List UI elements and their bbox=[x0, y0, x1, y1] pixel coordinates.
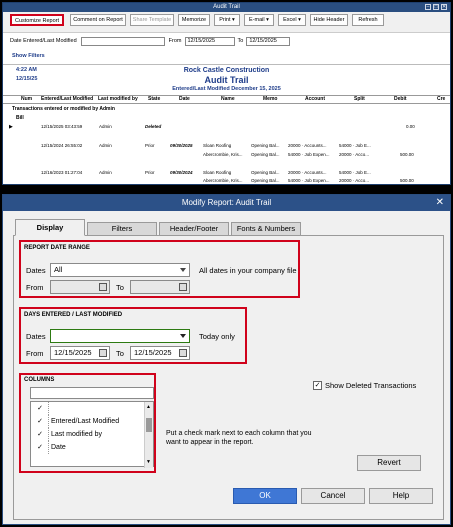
calendar-icon[interactable] bbox=[99, 283, 107, 291]
to-label: To bbox=[116, 283, 124, 292]
days-entered-select[interactable]: Today bbox=[50, 329, 190, 343]
chevron-down-icon bbox=[180, 334, 186, 338]
report-title-bar: Audit Trail – □ ✕ bbox=[3, 3, 450, 12]
company-name: Rock Castle Construction bbox=[183, 67, 270, 74]
dates-label: Dates bbox=[26, 266, 46, 275]
columns-heading: COLUMNS bbox=[24, 377, 55, 383]
checkmark-icon[interactable]: ✓ bbox=[34, 402, 46, 415]
col-entered[interactable]: Entered/Last Modified bbox=[41, 96, 93, 103]
column-list-header: ✓ bbox=[31, 402, 143, 415]
date-filter-label: Date Entered/Last Modified bbox=[10, 38, 77, 44]
calendar-icon[interactable] bbox=[179, 283, 187, 291]
calendar-icon[interactable] bbox=[99, 349, 107, 357]
column-list: ✓ ✓ Entered/Last Modified ✓ Last modified … bbox=[30, 401, 154, 468]
chevron-down-icon bbox=[180, 268, 186, 272]
print-button[interactable]: Print ▾ bbox=[214, 14, 240, 26]
columns-hint: Put a check mark next to each column tha… bbox=[166, 430, 312, 446]
share-template-button[interactable]: Share Template bbox=[130, 14, 174, 26]
report-dates-note: All dates in your company file bbox=[199, 266, 297, 275]
from-label: From bbox=[168, 38, 182, 44]
tab-header-footer[interactable]: Header/Footer bbox=[159, 222, 229, 235]
days-from-date-field[interactable]: 12/15/2025 bbox=[50, 346, 110, 360]
scroll-up-icon[interactable]: ▲ bbox=[146, 404, 151, 410]
report-title: Audit Trail bbox=[204, 75, 249, 85]
memorize-button[interactable]: Memorize bbox=[178, 14, 210, 26]
hide-header-button[interactable]: Hide Header bbox=[310, 14, 348, 26]
dialog-title: Modify Report: Audit Trail bbox=[181, 198, 272, 207]
revert-button[interactable]: Revert bbox=[357, 455, 421, 471]
days-to-date-field[interactable]: 12/15/2025 bbox=[130, 346, 190, 360]
dates-label: Dates bbox=[26, 332, 46, 341]
column-list-scrollbar[interactable]: ▲ ▼ bbox=[144, 402, 153, 468]
maximize-icon[interactable]: □ bbox=[433, 4, 439, 10]
help-button[interactable]: Help bbox=[369, 488, 433, 504]
row-pointer-icon: ▶ bbox=[9, 124, 13, 130]
minimize-icon[interactable]: – bbox=[425, 4, 431, 10]
calendar-icon[interactable] bbox=[179, 349, 187, 357]
scroll-down-icon[interactable]: ▼ bbox=[146, 459, 151, 465]
chevron-down-icon: ▾ bbox=[266, 17, 269, 23]
window-title: Audit Trail bbox=[213, 4, 240, 10]
col-name[interactable]: Name bbox=[221, 96, 235, 103]
col-date[interactable]: Date bbox=[179, 96, 190, 103]
report-date-range-heading: REPORT DATE RANGE bbox=[24, 245, 90, 251]
email-button[interactable]: E-mail ▾ bbox=[244, 14, 274, 26]
report-from-date-field[interactable] bbox=[50, 280, 110, 294]
cancel-button[interactable]: Cancel bbox=[301, 488, 365, 504]
col-debit[interactable]: Debit bbox=[394, 96, 407, 103]
from-label: From bbox=[26, 349, 44, 358]
report-subtitle: Entered/Last Modified December 15, 2025 bbox=[172, 86, 281, 92]
col-num[interactable]: Num bbox=[21, 96, 32, 103]
tab-fonts-numbers[interactable]: Fonts & Numbers bbox=[231, 222, 301, 235]
to-date-field[interactable]: 12/15/2025 bbox=[246, 36, 291, 46]
from-label: From bbox=[26, 283, 44, 292]
customize-report-button[interactable]: Customize Report bbox=[10, 14, 64, 26]
col-state[interactable]: State bbox=[148, 96, 160, 103]
to-label: To bbox=[116, 349, 124, 358]
excel-button[interactable]: Excel ▾ bbox=[278, 14, 306, 26]
col-split[interactable]: Split bbox=[354, 96, 365, 103]
col-account[interactable]: Account bbox=[305, 96, 325, 103]
show-filters-link[interactable]: Show Filters bbox=[12, 53, 45, 59]
dialog-title-bar: Modify Report: Audit Trail ✕ bbox=[3, 195, 450, 211]
tab-filters[interactable]: Filters bbox=[87, 222, 157, 235]
days-entered-heading: DAYS ENTERED / LAST MODIFIED bbox=[24, 312, 123, 318]
checkmark-icon[interactable]: ✓ bbox=[34, 428, 46, 441]
show-deleted-checkbox[interactable]: ✓ bbox=[313, 381, 322, 390]
group-header: Transactions entered or modified by Admi… bbox=[12, 106, 115, 112]
col-credit[interactable]: Cre bbox=[437, 96, 445, 103]
from-date-field[interactable]: 12/15/2025 bbox=[184, 36, 235, 46]
divider bbox=[3, 64, 450, 65]
scroll-thumb[interactable] bbox=[146, 418, 152, 432]
show-deleted-label[interactable]: Show Deleted Transactions bbox=[325, 381, 416, 390]
list-item[interactable]: ✓ Entered/Last Modified bbox=[31, 415, 143, 428]
modify-report-dialog: Modify Report: Audit Trail ✕ Display Fil… bbox=[2, 194, 451, 525]
close-icon[interactable]: ✕ bbox=[441, 4, 447, 10]
report-column-header: Num Entered/Last Modified Last modified … bbox=[3, 95, 450, 104]
list-item[interactable]: ✓ Last modified by bbox=[31, 428, 143, 441]
to-label: To bbox=[237, 38, 244, 44]
list-item[interactable]: ✓ Date bbox=[31, 441, 143, 454]
checkmark-icon[interactable]: ✓ bbox=[34, 441, 46, 454]
close-icon[interactable]: ✕ bbox=[436, 195, 444, 211]
subgroup-header: Bill bbox=[16, 115, 24, 121]
col-modified-by[interactable]: Last modified by bbox=[98, 96, 138, 103]
checkmark-icon[interactable]: ✓ bbox=[34, 415, 46, 428]
ok-button[interactable]: OK bbox=[233, 488, 297, 504]
chevron-down-icon: ▾ bbox=[298, 17, 301, 23]
report-to-date-field[interactable] bbox=[130, 280, 190, 294]
audit-trail-window: Audit Trail – □ ✕ Customize Report Comme… bbox=[2, 2, 451, 185]
col-memo[interactable]: Memo bbox=[263, 96, 277, 103]
column-search-field[interactable] bbox=[30, 387, 154, 399]
date-filter-row: Date Entered/Last Modified Today From 12… bbox=[3, 35, 450, 47]
report-dates-select[interactable]: All bbox=[50, 263, 190, 277]
days-entered-note: Today only bbox=[199, 332, 235, 341]
date-filter-select[interactable]: Today bbox=[80, 36, 165, 46]
checkmark-icon: ✓ bbox=[314, 382, 321, 389]
comment-on-report-button[interactable]: Comment on Report bbox=[70, 14, 126, 26]
tab-display[interactable]: Display bbox=[15, 219, 85, 236]
refresh-button[interactable]: Refresh bbox=[352, 14, 384, 26]
chevron-down-icon: ▾ bbox=[232, 17, 235, 23]
